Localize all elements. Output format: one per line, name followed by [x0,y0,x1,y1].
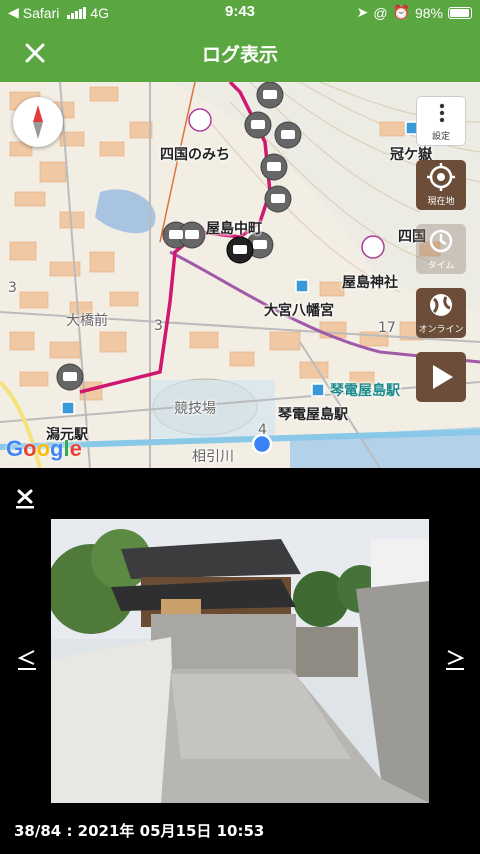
alarm-icon: ⏰ [392,4,410,20]
globe-icon [430,294,452,316]
crosshair-icon [427,163,455,191]
more-icon [439,103,445,123]
settings-button[interactable]: 設定 [416,96,466,146]
lock-rotation-icon: @ [373,4,388,21]
map-label-ohashimae: 大橋前 [66,313,108,329]
map-view[interactable]: 四国のみち 冠ケ嶽 屋島中町 四国 屋島神社 大宮八幡宮 大橋前 琴電屋島駅 琴… [0,82,480,468]
map-canvas [0,82,480,468]
compass-button[interactable] [13,97,63,147]
photo-caption: 38/84 : 2021年 05月15日 10:53 [14,822,265,840]
photo-image [51,519,429,803]
online-button[interactable]: オンライン [416,288,466,338]
clock-icon [429,229,453,253]
location-arrow-icon: ➤ [356,4,369,20]
status-bar: ◀ Safari 4G 9:43 ➤ @ ⏰ 98% [0,0,480,26]
battery-percent: 98% [414,4,443,21]
route-number-label: 17 [378,320,396,336]
previous-photo-icon[interactable] [14,646,40,672]
next-photo-icon[interactable] [442,646,468,672]
map-label-yashima-nakamachi: 屋島中町 [206,221,262,237]
map-label-kotoden-yashima-right: 琴電屋島駅 [330,383,400,399]
route-number-label: 3 [154,318,163,334]
route-number-label: 4 [258,422,267,438]
map-label-aibikigawa: 相引川 [192,449,234,465]
play-button[interactable] [416,352,466,402]
map-label-kotoden-yashima: 琴電屋島駅 [278,407,348,423]
log-photo [51,519,429,803]
map-label-kyogijo: 競技場 [174,401,216,417]
online-label: オンライン [418,325,464,335]
close-photo-icon[interactable] [14,486,36,510]
map-label-shikoku-no-michi: 四国のみち [160,147,230,163]
compass-icon [33,105,43,139]
battery-icon [448,6,472,19]
app-header: ログ表示 [0,26,480,82]
map-label-omiya-hachimangu: 大宮八幡宮 [264,303,334,319]
google-logo: Google [6,436,82,461]
current-location-button[interactable]: 現在地 [416,160,466,210]
time-label: タイム [427,261,455,271]
page-title: ログ表示 [201,44,278,66]
settings-label: 設定 [431,132,450,142]
time-button[interactable]: タイム [416,224,466,274]
current-location-label: 現在地 [427,197,455,207]
route-number-label: 3 [8,280,17,296]
map-label-yashima-jinja: 屋島神社 [342,275,398,291]
play-icon [433,365,453,389]
